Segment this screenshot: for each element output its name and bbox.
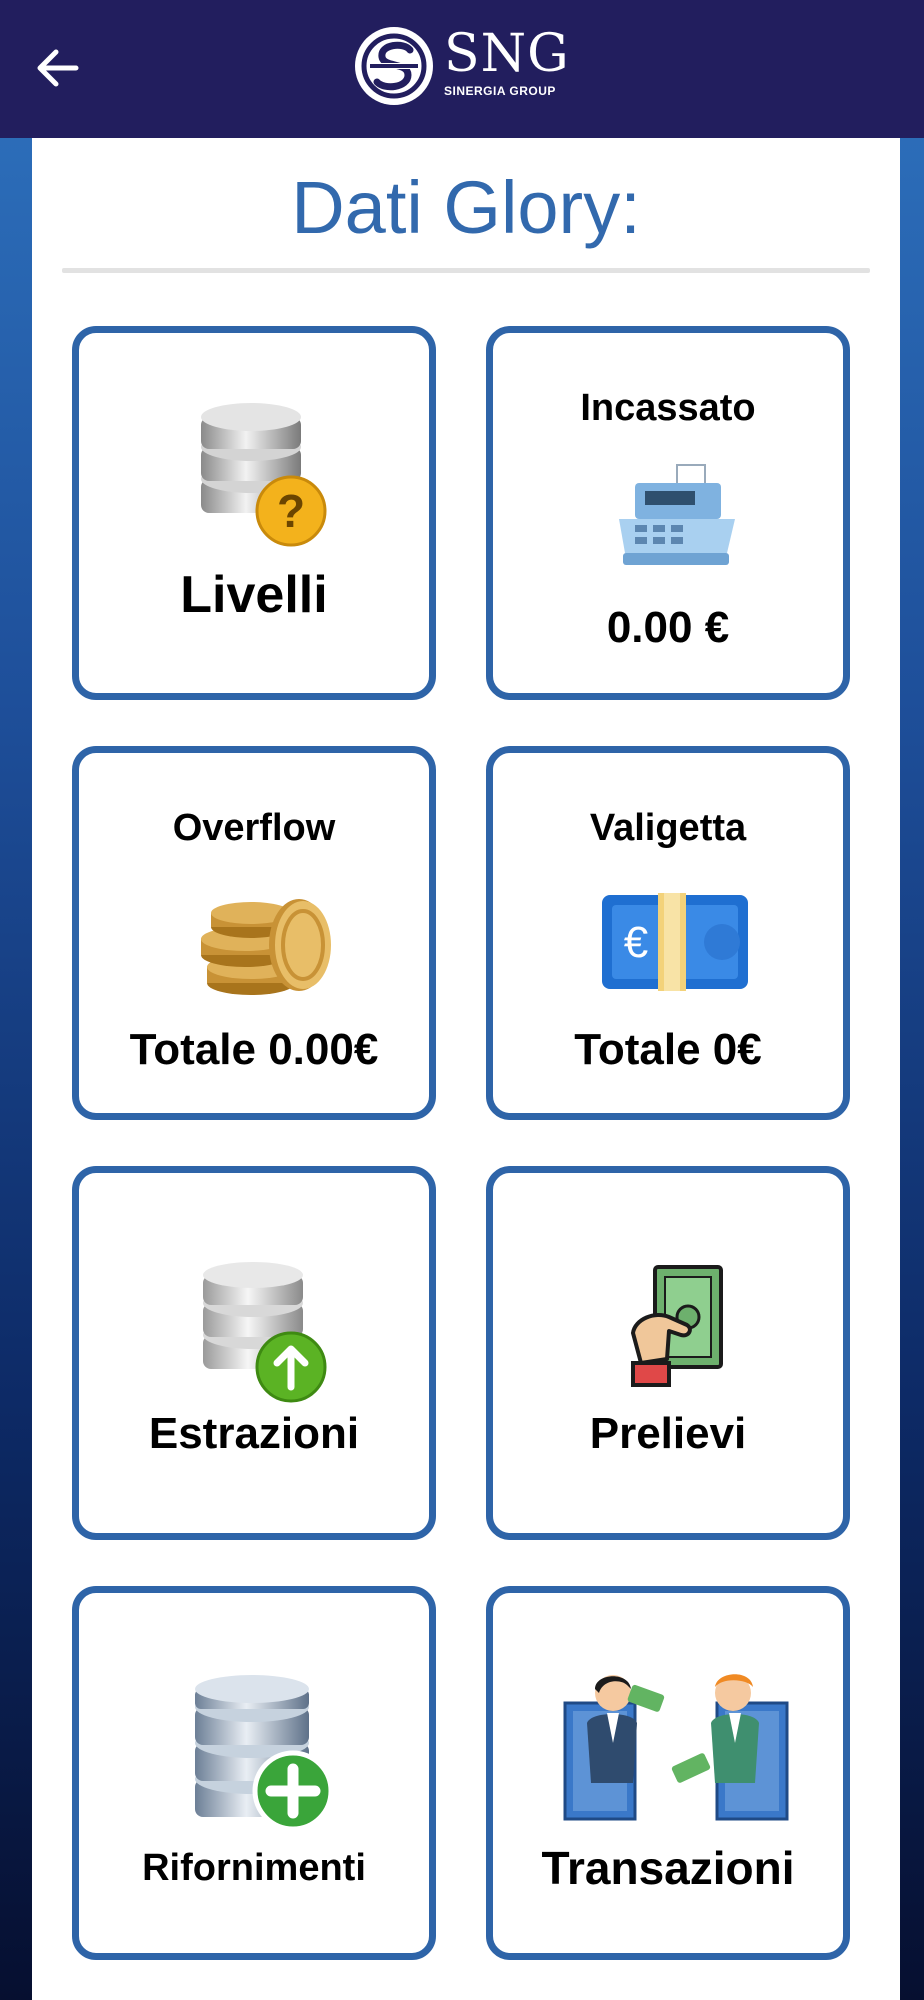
sng-logo-mark-icon <box>355 27 433 105</box>
back-button[interactable] <box>28 38 88 98</box>
logo-text: SNG <box>444 24 570 84</box>
arrow-left-icon <box>37 49 79 87</box>
card-incassato-value: 0.00 € <box>606 603 730 652</box>
card-rifornimenti-label: Rifornimenti <box>142 1847 366 1889</box>
card-overflow[interactable]: Overflow Totale 0.00€ <box>72 746 436 1120</box>
card-incassato[interactable]: Incassato 0.00 € <box>486 326 850 700</box>
database-add-icon <box>195 1675 334 1832</box>
card-prelievi[interactable]: Prelievi <box>486 1166 850 1540</box>
coins-stack-icon <box>201 899 331 995</box>
cash-register-icon <box>619 464 735 565</box>
svg-text:€: € <box>624 918 648 967</box>
card-incassato-label: Incassato <box>580 387 756 429</box>
card-overflow-value: Totale 0.00€ <box>129 1025 379 1074</box>
card-livelli[interactable]: ? Livelli <box>72 326 436 700</box>
page-title: Dati Glory: <box>291 166 641 249</box>
card-valigetta-value: Totale 0€ <box>574 1025 762 1074</box>
card-overflow-label: Overflow <box>172 807 336 849</box>
card-transazioni-label: Transazioni <box>541 1842 795 1894</box>
database-question-icon: ? <box>201 403 327 547</box>
card-rifornimenti[interactable]: Rifornimenti <box>72 1586 436 1960</box>
card-estrazioni[interactable]: Estrazioni <box>72 1166 436 1540</box>
hand-money-icon <box>631 1265 723 1387</box>
app-bar: SNG SINERGIA GROUP <box>0 0 924 138</box>
database-upload-icon <box>203 1262 327 1403</box>
logo-subtitle: SINERGIA GROUP <box>444 84 556 98</box>
card-transazioni[interactable]: Transazioni <box>486 1586 850 1960</box>
card-valigetta[interactable]: Valigetta € Totale 0€ <box>486 746 850 1120</box>
sng-logo: SNG SINERGIA GROUP <box>352 22 572 112</box>
card-livelli-label: Livelli <box>180 566 328 624</box>
content-panel: Dati Glory: ? Livelli Incassato 0.00 € O… <box>32 138 900 2000</box>
svg-text:?: ? <box>277 485 305 537</box>
euro-banknote-icon: € <box>602 893 748 991</box>
card-valigetta-label: Valigetta <box>589 807 747 849</box>
money-exchange-icon <box>563 1674 789 1821</box>
card-prelievi-label: Prelievi <box>589 1409 747 1458</box>
title-divider <box>62 268 870 273</box>
card-estrazioni-label: Estrazioni <box>148 1409 360 1458</box>
